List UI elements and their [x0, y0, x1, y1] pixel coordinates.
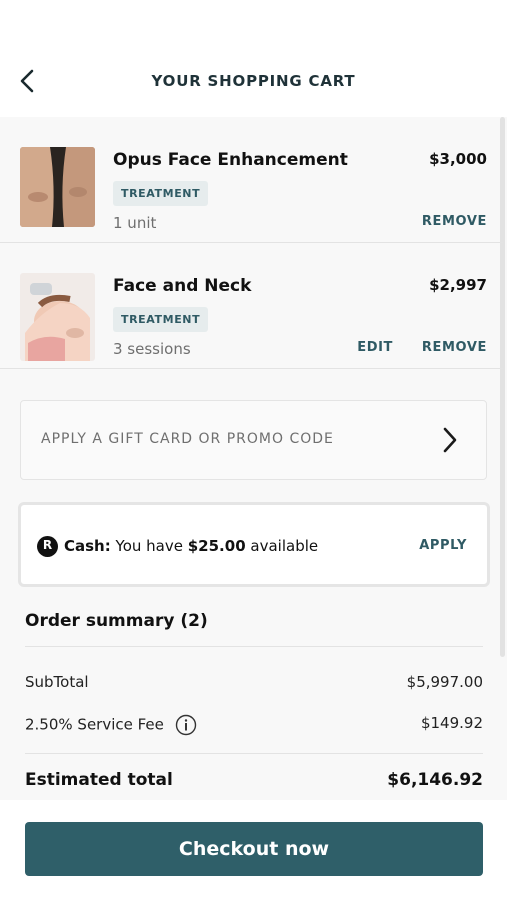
divider: [25, 753, 483, 754]
service-fee-row: 2.50% Service Fee: [25, 714, 197, 736]
subtotal-value: $5,997.00: [406, 673, 483, 691]
chevron-right-icon: [443, 427, 457, 453]
item-price: $3,000: [429, 150, 487, 168]
cash-balance-card: R Cash: You have $25.00 available APPLY: [18, 502, 490, 587]
service-fee-value: $149.92: [420, 714, 483, 732]
cash-text-before: You have: [115, 537, 183, 555]
apply-cash-button[interactable]: APPLY: [419, 538, 467, 553]
item-title: Opus Face Enhancement: [113, 150, 348, 170]
footer: Checkout now: [0, 800, 507, 900]
header: YOUR SHOPPING CART: [0, 0, 507, 117]
edit-button[interactable]: EDIT: [357, 340, 393, 355]
item-price: $2,997: [429, 276, 487, 294]
divider: [25, 646, 483, 647]
item-quantity: 1 unit: [113, 214, 157, 232]
info-icon[interactable]: [175, 714, 197, 736]
cash-text-after: available: [250, 537, 319, 555]
estimated-total-value: $6,146.92: [387, 770, 483, 790]
cash-amount: $25.00: [187, 537, 246, 555]
item-badge: TREATMENT: [113, 181, 209, 206]
item-quantity: 3 sessions: [113, 340, 191, 358]
cash-label: Cash:: [64, 537, 111, 555]
order-summary-title: Order summary (2): [25, 611, 208, 631]
cash-logo-icon: R: [37, 536, 58, 557]
checkout-button[interactable]: Checkout now: [25, 822, 483, 876]
item-badge: TREATMENT: [113, 307, 209, 332]
item-image: [20, 147, 95, 227]
estimated-total-label: Estimated total: [25, 770, 173, 790]
page-title: YOUR SHOPPING CART: [151, 72, 356, 90]
cart-item: Face and Neck $2,997 TREATMENT 3 session…: [0, 243, 503, 369]
remove-button[interactable]: REMOVE: [422, 340, 487, 355]
cart-content[interactable]: Opus Face Enhancement $3,000 TREATMENT 1…: [0, 117, 507, 800]
cart-item: Opus Face Enhancement $3,000 TREATMENT 1…: [0, 117, 503, 243]
subtotal-label: SubTotal: [25, 673, 89, 691]
service-fee-label: 2.50% Service Fee: [25, 715, 164, 734]
item-image: [20, 273, 95, 361]
promo-label: APPLY A GIFT CARD OR PROMO CODE: [41, 431, 334, 447]
remove-button[interactable]: REMOVE: [422, 214, 487, 229]
cash-balance-text: Cash: You have $25.00 available: [64, 537, 318, 555]
promo-code-button[interactable]: APPLY A GIFT CARD OR PROMO CODE: [20, 400, 487, 480]
item-title: Face and Neck: [113, 276, 252, 296]
